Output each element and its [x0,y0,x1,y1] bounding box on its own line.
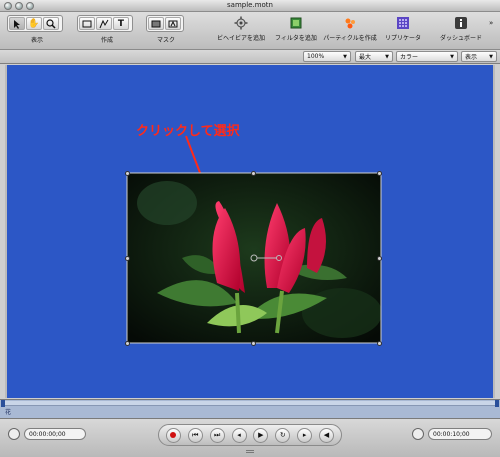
rectangle-icon[interactable] [79,17,95,30]
current-time-clock-icon [8,428,20,440]
create-group-label: 作成 [100,37,113,44]
add-behavior-button[interactable]: ビヘイビアを追加 [213,15,269,42]
display-value: 表示 [465,54,478,61]
add-filter-button[interactable]: フィルタを追加 [271,15,321,42]
make-particles-label: パーティクルを作成 [323,35,377,42]
window-title: sample.motn [227,1,273,9]
duration-clock-icon [412,428,424,440]
resize-grip-icon[interactable] [246,450,254,453]
replicator-label: リプリケータ [384,35,421,42]
go-to-start-icon[interactable]: ⏮ [187,427,203,443]
view-tool-group: ✋ [7,15,63,32]
pan-hand-icon[interactable]: ✋ [26,17,42,30]
previous-frame-icon[interactable]: ◂ [231,427,247,443]
replicator-button[interactable]: リプリケータ [381,15,425,42]
out-point-marker-icon[interactable] [495,400,499,407]
render-quality-select[interactable]: 最大 ▼ [355,51,393,62]
bezier-mask-icon[interactable] [165,17,181,30]
zoom-select[interactable]: 100% ▼ [303,51,351,62]
filter-icon [288,15,304,31]
audio-icon[interactable]: ◀ [319,427,334,443]
channels-select[interactable]: カラー ▼ [396,51,458,62]
track-label: 花 [5,409,12,416]
mask-tool-group [146,15,184,32]
chevron-down-icon: ▼ [385,53,389,60]
display-select[interactable]: 表示 ▼ [461,51,497,62]
resize-handle-bottom[interactable] [251,341,256,346]
zoom-value: 100% [307,53,325,60]
mask-group-label: マスク [156,37,175,44]
title-bar: sample.motn [0,0,500,12]
resize-handle-top-left[interactable] [125,171,130,176]
transport-bar: 00:00:00;00 ⏮ ⏭ ◂ ▶ ↻ ▸ ◀ 00:00:10;00 [0,419,500,457]
text-tool-icon[interactable]: T [113,17,129,30]
view-group-label: 表示 [30,37,43,44]
make-particles-button[interactable]: パーティクルを作成 [322,15,378,42]
play-icon[interactable]: ▶ [253,427,269,443]
replicator-icon [395,15,411,31]
loop-icon[interactable]: ↻ [275,427,291,443]
current-timecode[interactable]: 00:00:00;00 [24,428,86,440]
chevron-down-icon: ▼ [450,53,454,60]
dashboard-button[interactable]: ダッシュボード [435,15,487,42]
gear-icon [233,15,249,31]
render-quality-value: 最大 [359,54,372,61]
create-tool-group: T [77,15,133,32]
playback-controls: ⏮ ⏭ ◂ ▶ ↻ ▸ ◀ [158,424,342,446]
go-to-end-icon[interactable]: ⏭ [209,427,225,443]
particle-icon [342,15,358,31]
add-filter-label: フィルタを追加 [275,35,317,42]
resize-handle-bottom-left[interactable] [125,341,130,346]
play-range-bar[interactable] [3,401,497,406]
toolbar-overflow-icon[interactable]: » [489,19,493,27]
chevron-down-icon: ▼ [343,53,347,60]
select-arrow-icon[interactable] [9,17,25,30]
chevron-down-icon: ▼ [489,53,493,60]
next-frame-icon[interactable]: ▸ [297,427,313,443]
resize-handle-right[interactable] [377,256,382,261]
record-icon[interactable] [165,427,181,443]
canvas-controls-bar: 100% ▼ 最大 ▼ カラー ▼ 表示 ▼ [0,50,500,64]
bezier-pen-icon[interactable] [96,17,112,30]
dashboard-label: ダッシュボード [439,35,482,42]
in-point-marker-icon[interactable] [1,400,5,407]
resize-handle-top[interactable] [251,171,256,176]
duration-timecode[interactable]: 00:00:10;00 [428,428,492,440]
resize-handle-top-right[interactable] [377,171,382,176]
resize-handle-bottom-right[interactable] [377,341,382,346]
resize-handle-left[interactable] [125,256,130,261]
mini-timeline[interactable]: 花 [0,399,500,419]
rectangle-mask-icon[interactable] [148,17,164,30]
info-icon [453,15,469,31]
channels-value: カラー [400,54,419,61]
selection-bounding-box [126,172,382,344]
add-behavior-label: ビヘイビアを追加 [216,35,265,42]
zoom-magnifier-icon[interactable] [43,17,59,30]
toolbar: ✋ 表示 T 作成 マスク ビヘイビアを追加 フィルタを追加 パーティクルを作成… [0,12,500,50]
